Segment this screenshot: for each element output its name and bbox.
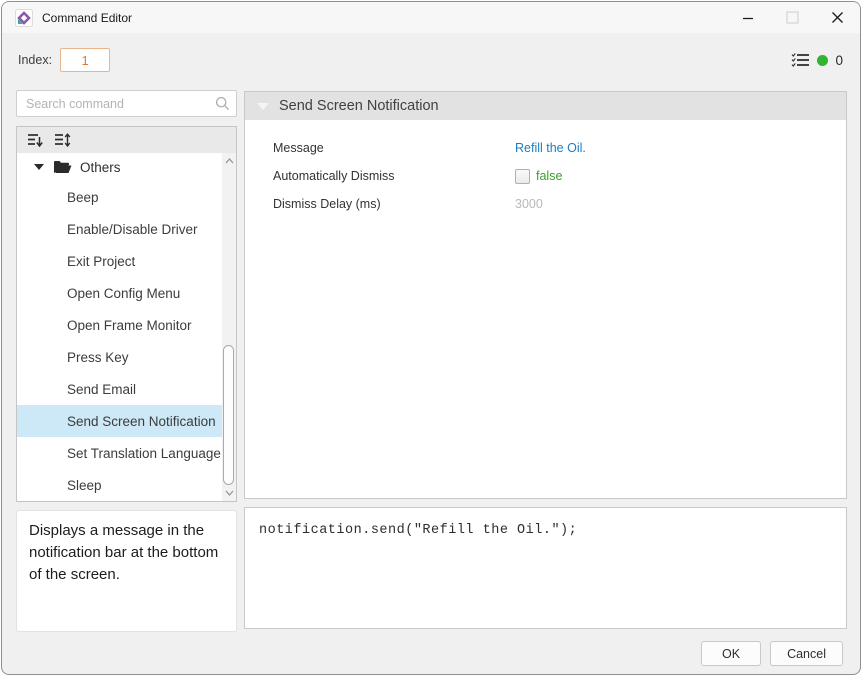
command-tree-panel: Others Beep Enable/Disable Driver Exit P… <box>16 126 237 502</box>
tree-item-open-config-menu[interactable]: Open Config Menu <box>17 277 222 309</box>
scrollbar-thumb[interactable] <box>223 345 234 485</box>
automatically-dismiss-checkbox[interactable] <box>515 169 530 184</box>
minimize-button[interactable] <box>725 2 770 33</box>
message-value[interactable]: Refill the Oil. <box>515 141 586 155</box>
collapse-all-icon[interactable] <box>27 133 44 148</box>
index-label: Index: <box>18 53 52 67</box>
command-description: Displays a message in the notification b… <box>16 510 237 632</box>
index-input[interactable] <box>60 48 110 72</box>
property-row-message: Message Refill the Oil. <box>245 134 846 162</box>
ok-button[interactable]: OK <box>701 641 761 666</box>
tree-rows: Others Beep Enable/Disable Driver Exit P… <box>17 153 222 501</box>
scroll-up-icon[interactable] <box>222 154 236 168</box>
tree-scrollbar[interactable] <box>222 153 236 501</box>
properties-rows: Message Refill the Oil. Automatically Di… <box>245 134 846 218</box>
property-row-dismiss-delay: Dismiss Delay (ms) 3000 <box>245 190 846 218</box>
window-controls <box>725 2 860 33</box>
window-title: Command Editor <box>42 11 132 25</box>
tree-item-press-key[interactable]: Press Key <box>17 341 222 373</box>
footer: OK Cancel <box>701 641 843 666</box>
app-icon <box>15 9 33 27</box>
tree-item-beep[interactable]: Beep <box>17 181 222 213</box>
tree-item-open-frame-monitor[interactable]: Open Frame Monitor <box>17 309 222 341</box>
scroll-down-icon[interactable] <box>222 486 236 500</box>
status-dot-icon <box>817 55 828 66</box>
tree-item-sleep[interactable]: Sleep <box>17 469 222 501</box>
message-label: Message <box>245 141 515 155</box>
folder-label: Others <box>80 160 121 175</box>
automatically-dismiss-label: Automatically Dismiss <box>245 169 515 183</box>
tree-item-set-translation-language[interactable]: Set Translation Language <box>17 437 222 469</box>
tree-item-send-email[interactable]: Send Email <box>17 373 222 405</box>
status-cluster: 0 <box>791 52 843 68</box>
titlebar: Command Editor <box>2 2 860 33</box>
automatically-dismiss-value[interactable]: false <box>536 169 562 183</box>
code-preview[interactable]: notification.send("Refill the Oil."); <box>244 507 847 629</box>
dismiss-delay-value: 3000 <box>515 197 543 211</box>
folder-icon <box>53 160 72 174</box>
folder-expand-icon[interactable] <box>34 164 44 170</box>
tree-folder-others[interactable]: Others <box>17 153 222 181</box>
expand-all-icon[interactable] <box>54 133 71 148</box>
dismiss-delay-label: Dismiss Delay (ms) <box>245 197 515 211</box>
tree-item-send-screen-notification[interactable]: Send Screen Notification <box>17 405 222 437</box>
code-text: notification.send("Refill the Oil."); <box>259 523 577 538</box>
tree-toolbar <box>17 127 236 153</box>
section-collapse-icon[interactable] <box>257 103 269 110</box>
command-list-icon[interactable] <box>791 52 810 68</box>
property-row-automatically-dismiss: Automatically Dismiss false <box>245 162 846 190</box>
search-icon <box>215 96 230 111</box>
error-count: 0 <box>835 53 843 68</box>
search-input[interactable] <box>16 90 237 117</box>
properties-header: Send Screen Notification <box>245 92 846 120</box>
search-box <box>16 90 237 117</box>
properties-title: Send Screen Notification <box>279 98 439 114</box>
command-editor-window: Command Editor Index: <box>1 1 861 675</box>
tree-item-enable-disable-driver[interactable]: Enable/Disable Driver <box>17 213 222 245</box>
maximize-button[interactable] <box>770 2 815 33</box>
properties-panel: Send Screen Notification Message Refill … <box>244 91 847 499</box>
close-button[interactable] <box>815 2 860 33</box>
cancel-button[interactable]: Cancel <box>770 641 843 666</box>
tree-item-exit-project[interactable]: Exit Project <box>17 245 222 277</box>
index-row: Index: <box>18 48 110 72</box>
